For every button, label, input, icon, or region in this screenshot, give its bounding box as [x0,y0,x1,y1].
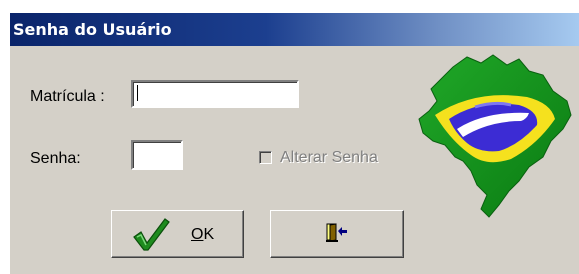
senha-label: Senha: [30,150,81,167]
exit-door-icon [326,223,347,242]
password-dialog: Senha do Usuário Matrícula : Senha: Alte… [9,12,579,274]
ok-button-label: OK [191,226,215,243]
checkbox-box[interactable] [259,151,272,164]
ok-button[interactable]: OK [111,210,244,258]
text-caret [137,85,138,101]
brazil-map-icon [418,54,572,218]
senha-input[interactable] [131,140,183,170]
checkmark-icon [133,218,170,251]
exit-button[interactable] [270,210,404,258]
alterar-senha-label: Alterar Senha [280,149,378,166]
dialog-title-bar[interactable]: Senha do Usuário [10,13,579,46]
matricula-input[interactable] [131,80,299,108]
matricula-label: Matrícula : [30,88,105,105]
dialog-title: Senha do Usuário [13,20,172,39]
